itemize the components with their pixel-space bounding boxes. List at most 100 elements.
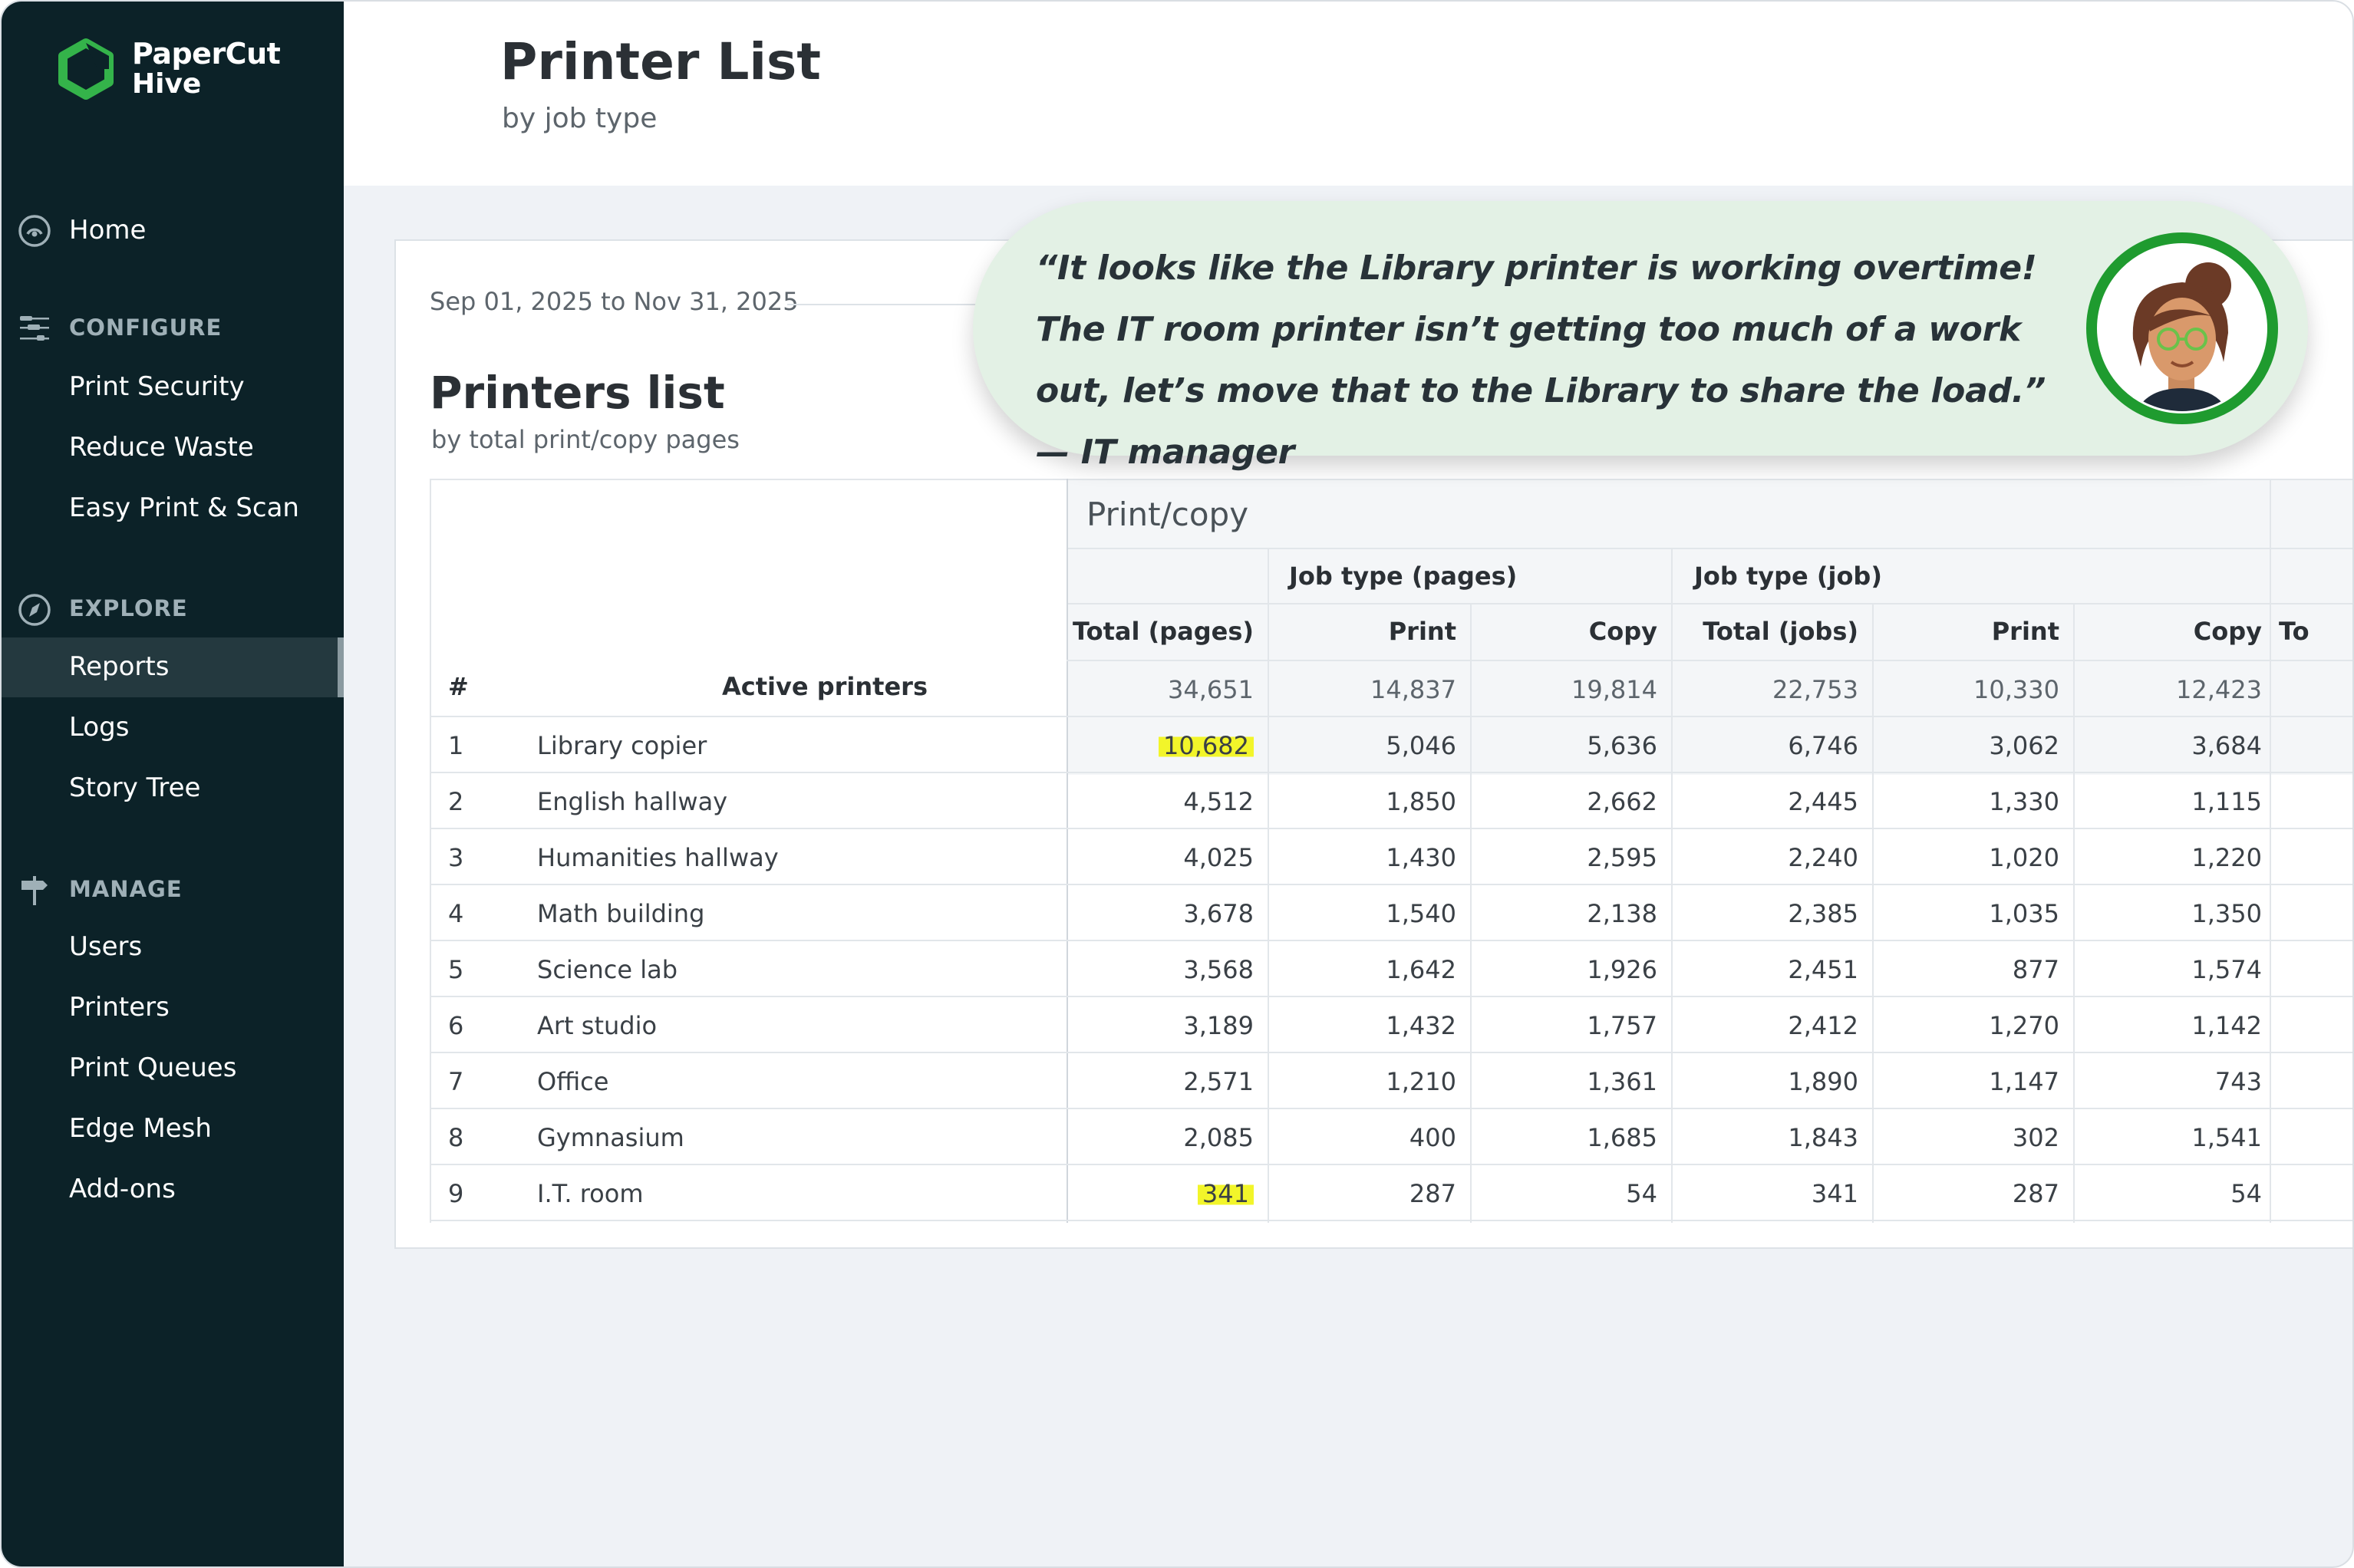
value-cell: 287: [1872, 1179, 2059, 1208]
value-cell: 10,682: [1067, 731, 1254, 760]
value-cell: 341: [1067, 1179, 1254, 1208]
total-cell: 22,753: [1772, 675, 1858, 704]
column-header-number: #: [448, 672, 469, 701]
printer-name[interactable]: Humanities hallway: [537, 843, 779, 872]
column-header[interactable]: Copy: [1470, 617, 1657, 646]
value-cell: 1,270: [1872, 1011, 2059, 1040]
sidebar-item-add-ons[interactable]: Add-ons: [2, 1160, 344, 1220]
value-cell: 1,541: [2073, 1123, 2262, 1152]
sidebar-item-label: Logs: [69, 712, 130, 743]
section-manage: MANAGE: [2, 868, 344, 911]
value-cell: 3,678: [1067, 899, 1254, 928]
value-cell: 3,189: [1067, 1011, 1254, 1040]
report-title: Printers list: [430, 367, 725, 419]
value-cell: 4,512: [1067, 787, 1254, 816]
value-text: 3,678: [1183, 899, 1254, 928]
sidebar-item-reports[interactable]: Reports: [2, 637, 344, 697]
sidebar-item-easy-print-scan[interactable]: Easy Print & Scan: [2, 479, 344, 539]
printer-name[interactable]: Science lab: [537, 955, 678, 984]
value-text: 1,540: [1386, 899, 1456, 928]
value-text: 2,595: [1587, 843, 1657, 872]
sidebar-item-home[interactable]: Home: [2, 209, 344, 252]
value-text: 2,662: [1587, 787, 1657, 816]
row-number: 8: [448, 1123, 464, 1152]
value-cell: 1,330: [1872, 787, 2059, 816]
value-cell: 1,350: [2073, 899, 2262, 928]
row-number: 3: [448, 843, 464, 872]
value-text: 743: [2214, 1067, 2262, 1096]
row-number: 1: [448, 731, 464, 760]
sidebar-item-print-queues[interactable]: Print Queues: [2, 1039, 344, 1099]
page-title: Printer List: [500, 32, 821, 91]
sidebar-item-printers[interactable]: Printers: [2, 978, 344, 1038]
column-header[interactable]: Print: [1268, 617, 1456, 646]
total-cell: 19,814: [1571, 675, 1657, 704]
printer-name[interactable]: Gymnasium: [537, 1123, 684, 1152]
value-text: 6,746: [1788, 731, 1858, 760]
value-text: 1,843: [1788, 1123, 1858, 1152]
value-cell: 3,568: [1067, 955, 1254, 984]
sidebar: PaperCut Hive Home CONFIGURE Print Secur…: [2, 2, 344, 1566]
value-cell: 1,850: [1268, 787, 1456, 816]
date-range[interactable]: Sep 01, 2025 to Nov 31, 2025: [430, 287, 799, 316]
sidebar-item-reduce-waste[interactable]: Reduce Waste: [2, 418, 344, 478]
value-text: 3,062: [1989, 731, 2059, 760]
value-cell: 2,138: [1470, 899, 1657, 928]
column-header[interactable]: Copy: [2073, 617, 2262, 646]
column-header-active-printers[interactable]: Active printers: [698, 672, 951, 701]
printer-name[interactable]: English hallway: [537, 787, 727, 816]
compass-icon: [18, 594, 51, 626]
sidebar-item-logs[interactable]: Logs: [2, 698, 344, 758]
value-text: 2,451: [1788, 955, 1858, 984]
value-cell: 5,636: [1470, 731, 1657, 760]
column-header[interactable]: Total (jobs): [1671, 617, 1858, 646]
row-number: 6: [448, 1011, 464, 1040]
printer-name[interactable]: Math building: [537, 899, 704, 928]
papercut-hive-logo[interactable]: PaperCut Hive: [54, 37, 281, 101]
sidebar-item-users[interactable]: Users: [2, 917, 344, 977]
printer-name[interactable]: I.T. room: [537, 1179, 643, 1208]
value-text: 2,412: [1788, 1011, 1858, 1040]
value-cell: 2,451: [1671, 955, 1858, 984]
sidebar-item-label: Easy Print & Scan: [69, 492, 299, 523]
value-text: 3,568: [1183, 955, 1254, 984]
sidebar-item-label: Edge Mesh: [69, 1113, 212, 1144]
group-header-print-copy: Print/copy: [1086, 496, 1249, 533]
value-cell: 2,085: [1067, 1123, 1254, 1152]
value-text: 5,636: [1587, 731, 1657, 760]
value-text: 341: [1811, 1179, 1858, 1208]
app-window: PaperCut Hive Home CONFIGURE Print Secur…: [0, 0, 2354, 1568]
printer-name[interactable]: Art studio: [537, 1011, 657, 1040]
value-cell: 1,432: [1268, 1011, 1456, 1040]
quote-text: “It looks like the Library printer is wo…: [1036, 249, 2046, 472]
value-cell: 1,430: [1268, 843, 1456, 872]
sidebar-item-label: Printers: [69, 992, 170, 1023]
printer-name[interactable]: Office: [537, 1067, 608, 1096]
subgroup-job-type-pages: Job type (pages): [1289, 562, 1518, 591]
value-cell: 1,220: [2073, 843, 2262, 872]
value-text: 1,330: [1989, 787, 2059, 816]
logo-product-name: Hive: [132, 68, 202, 100]
sidebar-item-label: Reduce Waste: [69, 432, 254, 463]
sidebar-item-label: Print Security: [69, 371, 245, 402]
value-text: 3,189: [1183, 1011, 1254, 1040]
value-cell: 6,746: [1671, 731, 1858, 760]
sliders-icon: [20, 316, 49, 341]
sidebar-item-print-security[interactable]: Print Security: [2, 357, 344, 417]
value-text: 2,240: [1788, 843, 1858, 872]
column-header[interactable]: Print: [1872, 617, 2059, 646]
column-header[interactable]: Total (pages): [1067, 617, 1254, 646]
value-text: 1,035: [1989, 899, 2059, 928]
value-cell: 743: [2073, 1067, 2262, 1096]
value-cell: 1,685: [1470, 1123, 1657, 1152]
value-cell: 2,240: [1671, 843, 1858, 872]
value-text: 1,432: [1386, 1011, 1456, 1040]
value-cell: 1,142: [2073, 1011, 2262, 1040]
highlighted-value: 341: [1197, 1179, 1254, 1208]
printer-name[interactable]: Library copier: [537, 731, 707, 760]
value-cell: 3,062: [1872, 731, 2059, 760]
column-header[interactable]: To: [2279, 617, 2352, 646]
sidebar-item-edge-mesh[interactable]: Edge Mesh: [2, 1099, 344, 1159]
sidebar-item-story-tree[interactable]: Story Tree: [2, 759, 344, 819]
value-cell: 1,757: [1470, 1011, 1657, 1040]
